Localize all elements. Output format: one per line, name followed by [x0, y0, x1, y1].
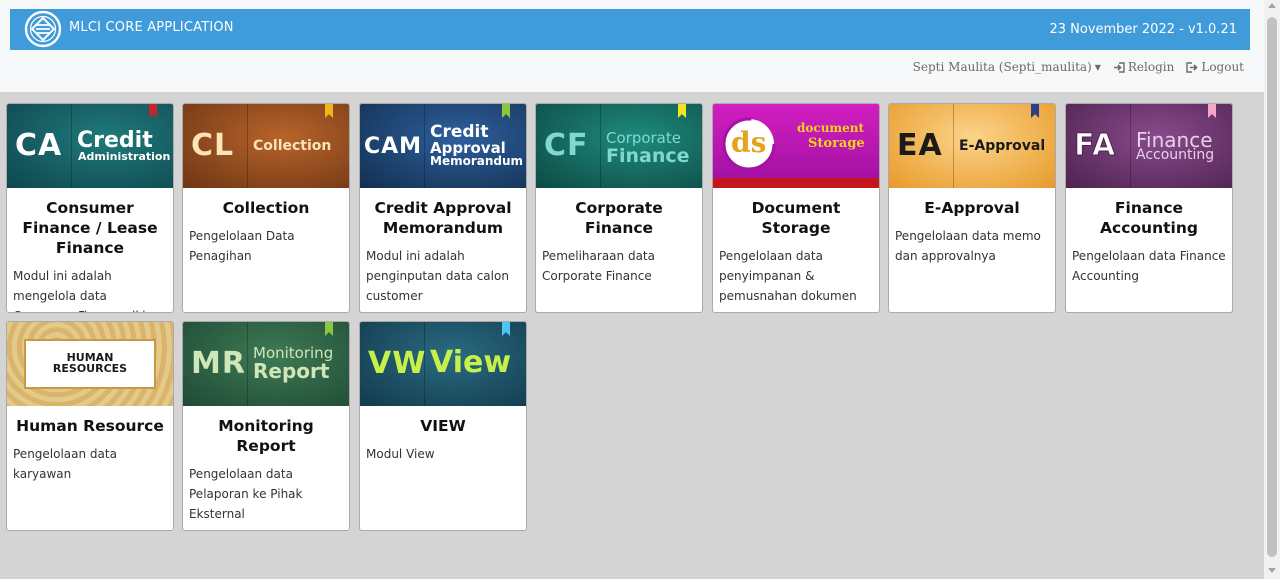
module-title: Corporate Finance	[575, 199, 663, 237]
module-thumbnail: MR Monitoring Report	[183, 322, 349, 406]
module-abbr: CA	[15, 128, 63, 163]
module-card-human-resource[interactable]: HUMAN RESOURCES Human Resource Pengelola…	[6, 321, 174, 531]
bookmark-icon	[678, 104, 686, 118]
module-thumbnail: CA Credit Administration	[7, 104, 173, 188]
thumbnail-line-3: Memorandum	[430, 154, 524, 168]
user-menu[interactable]: Septi Maulita (Septi_maulita) ▼	[913, 60, 1101, 74]
thumbnail-line-2: Administration	[78, 150, 171, 163]
module-description: Pengelolaan data karyawan	[13, 447, 117, 481]
module-title: Credit Approval Memorandum	[374, 199, 512, 237]
bookmark-icon	[1031, 104, 1039, 118]
bookmark-icon	[149, 104, 157, 118]
top-header-area: MLCI CORE APPLICATION 23 November 2022 -…	[0, 0, 1264, 92]
module-title: E-Approval	[924, 199, 1020, 217]
module-thumbnail: CF Corporate Finance	[536, 104, 702, 188]
module-title: Consumer Finance / Lease Finance	[22, 199, 158, 257]
bookmark-icon	[325, 104, 333, 118]
thumbnail-line-1: Collection	[253, 138, 332, 154]
module-description: Modul ini adalah penginputan data calon …	[366, 249, 509, 303]
thumbnail-line-2: Finance	[606, 145, 690, 167]
module-card-document-storage[interactable]: ds document Storage Document Storage Pen…	[712, 103, 880, 313]
module-description: Pemeliharaan data Corporate Finance	[542, 249, 655, 283]
module-card-collection[interactable]: CL Collection Collection Pengelolaan Dat…	[182, 103, 350, 313]
module-abbr: CAM	[364, 134, 423, 159]
module-thumbnail: HUMAN RESOURCES	[7, 322, 173, 406]
module-thumbnail: VW View	[360, 322, 526, 406]
bookmark-icon	[1208, 104, 1216, 118]
sign-in-icon	[1113, 61, 1125, 73]
user-bar: Septi Maulita (Septi_maulita) ▼ Relogin L…	[913, 60, 1244, 74]
module-title: Collection	[222, 199, 310, 217]
module-description: Pengelolaan data memo dan approvalnya	[895, 229, 1041, 263]
bookmark-icon	[325, 322, 333, 336]
module-abbr: FA	[1073, 128, 1117, 164]
relogin-label: Relogin	[1127, 60, 1175, 74]
app-title: MLCI CORE APPLICATION	[69, 20, 234, 35]
module-card-credit-administration[interactable]: CA Credit Administration Consumer Financ…	[6, 103, 174, 313]
module-card-e-approval[interactable]: EA E-Approval E-Approval Pengelolaan dat…	[888, 103, 1056, 313]
module-title: Finance Accounting	[1100, 199, 1198, 237]
scroll-up-icon[interactable]	[1268, 3, 1276, 8]
app-banner: MLCI CORE APPLICATION 23 November 2022 -…	[10, 9, 1250, 50]
date-version: 23 November 2022 - v1.0.21	[1049, 22, 1237, 37]
module-thumbnail: FA Finance Accounting	[1066, 104, 1232, 188]
module-abbr: EA	[897, 128, 943, 163]
module-description: Modul ini adalah mengelola data Consumer…	[13, 269, 149, 312]
logout-link[interactable]: Logout	[1186, 60, 1244, 74]
module-title: VIEW	[420, 417, 466, 435]
module-card-corporate-finance[interactable]: CF Corporate Finance Corporate Finance P…	[535, 103, 703, 313]
module-abbr: MR	[191, 346, 246, 381]
module-title: Human Resource	[16, 417, 164, 435]
module-description: Pengelolaan data Finance Accounting	[1072, 249, 1226, 283]
bookmark-icon	[502, 322, 510, 336]
thumbnail-line-1: E-Approval	[959, 138, 1046, 154]
thumbnail-line-1: Credit	[77, 128, 153, 153]
module-abbr: CL	[191, 128, 235, 163]
module-card-view[interactable]: VW View VIEW Modul View	[359, 321, 527, 531]
thumbnail-line-2: RESOURCES	[52, 362, 128, 375]
sign-out-icon	[1186, 61, 1198, 73]
module-description: Pengelolaan Data Penagihan	[189, 229, 295, 263]
module-description: Pengelolaan data penyimpanan & pemusnaha…	[719, 249, 857, 303]
module-abbr: ds	[731, 126, 767, 159]
thumbnail-line-2: Report	[253, 359, 330, 383]
thumbnail-line-1: document	[797, 121, 865, 135]
user-name: Septi Maulita (Septi_maulita)	[912, 60, 1092, 74]
mlci-logo-icon	[24, 10, 62, 48]
thumbnail-line-2: Accounting	[1136, 147, 1215, 163]
thumbnail-line-1: Corporate	[606, 129, 681, 147]
caret-down-icon: ▼	[1094, 62, 1101, 72]
module-title: Monitoring Report	[218, 417, 314, 455]
relogin-link[interactable]: Relogin	[1113, 60, 1174, 74]
module-abbr: CF	[544, 128, 589, 163]
bookmark-icon	[502, 104, 510, 118]
module-thumbnail: ds document Storage	[713, 104, 879, 188]
vertical-scrollbar[interactable]	[1264, 0, 1280, 579]
scroll-down-icon[interactable]	[1268, 568, 1276, 573]
module-title: Document Storage	[751, 199, 841, 237]
logout-label: Logout	[1201, 60, 1244, 74]
module-card-finance-accounting[interactable]: FA Finance Accounting Finance Accounting…	[1065, 103, 1233, 313]
module-description: Modul View	[366, 447, 435, 461]
module-thumbnail: CL Collection	[183, 104, 349, 188]
module-thumbnail: EA E-Approval	[889, 104, 1055, 188]
module-abbr: VW	[368, 346, 427, 381]
module-description: Pengelolaan data Pelaporan ke Pihak Ekst…	[189, 467, 303, 521]
scrollbar-thumb[interactable]	[1267, 17, 1277, 557]
module-card-credit-approval-memorandum[interactable]: CAM Credit Approval Memorandum Credit Ap…	[359, 103, 527, 313]
thumbnail-line-1: View	[430, 345, 512, 380]
module-thumbnail: CAM Credit Approval Memorandum	[360, 104, 526, 188]
thumbnail-line-2: Storage	[808, 136, 865, 151]
module-card-monitoring-report[interactable]: MR Monitoring Report Monitoring Report P…	[182, 321, 350, 531]
